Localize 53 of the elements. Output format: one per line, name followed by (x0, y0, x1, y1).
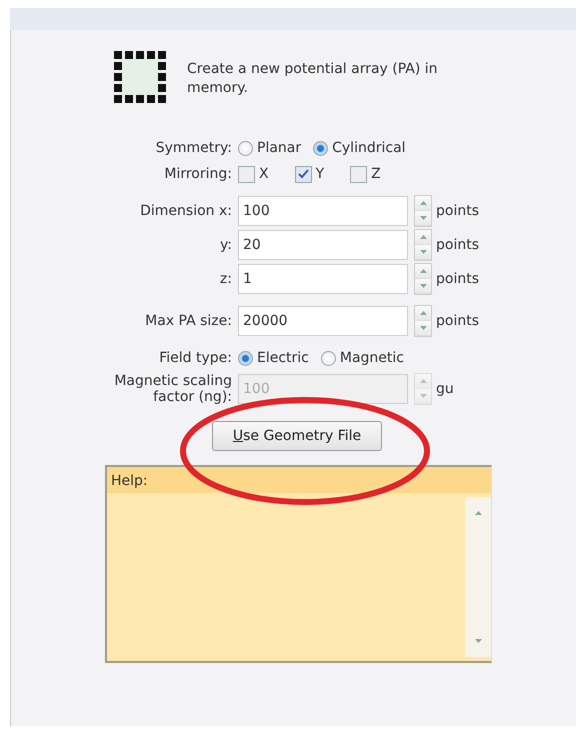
up-arrow-icon (420, 311, 426, 315)
checkbox[interactable] (294, 166, 312, 182)
checkbox-option[interactable]: X (238, 166, 269, 182)
checkbox-option[interactable]: Z (350, 166, 381, 182)
unit-label: points (436, 203, 479, 219)
radio-option[interactable]: Cylindrical (313, 140, 406, 156)
scroll-bar[interactable] (465, 497, 491, 657)
up-arrow-icon (420, 201, 426, 205)
up-arrow-icon (474, 511, 482, 515)
radio-option[interactable]: Magnetic (320, 350, 404, 366)
number-field[interactable]: 100 (238, 196, 408, 226)
field-label: y: (219, 237, 232, 253)
unit-label: points (436, 271, 479, 287)
unit-label: points (436, 237, 479, 253)
field-label: Symmetry: (154, 140, 232, 156)
up-arrow-icon (420, 379, 426, 383)
checkbox[interactable] (350, 166, 368, 182)
field-label: Field type: (158, 350, 232, 366)
down-arrow-icon (474, 639, 482, 643)
down-arrow-icon (420, 216, 426, 220)
down-arrow-icon (420, 326, 426, 330)
spinner[interactable] (414, 229, 432, 261)
radio-option[interactable]: Electric (238, 350, 309, 366)
up-arrow-icon (420, 235, 426, 239)
radio-button[interactable] (238, 140, 253, 156)
spinner[interactable] (414, 195, 432, 227)
checkbox[interactable] (238, 166, 255, 182)
checkbox-option[interactable]: Y (294, 166, 324, 182)
radio-button[interactable] (238, 350, 253, 366)
radio-button[interactable] (313, 140, 328, 156)
down-arrow-icon (420, 250, 426, 254)
unit-label: points (436, 313, 479, 329)
field-label: Dimension x: (139, 203, 232, 219)
field-label: Magnetic scaling factor (ng): (113, 373, 232, 405)
radio-option[interactable]: Planar (238, 140, 302, 156)
unit-label: gu (436, 381, 454, 397)
number-field[interactable]: 20000 (238, 306, 408, 336)
dotted-grid-icon (113, 50, 168, 105)
down-arrow-icon (420, 394, 426, 398)
spinner[interactable] (414, 305, 432, 337)
field-label: Max PA size: (144, 313, 232, 329)
number-field[interactable]: 20 (238, 230, 408, 260)
spinner[interactable] (414, 373, 432, 405)
field-label: z: (218, 271, 232, 287)
up-arrow-icon (420, 269, 426, 273)
help-title: Help: (107, 467, 491, 493)
use-geometry-file-button[interactable]: Use Geometry File (212, 421, 382, 451)
number-field[interactable]: 1 (238, 264, 408, 294)
spinner[interactable] (414, 263, 432, 295)
radio-button[interactable] (320, 350, 336, 366)
description-text: Create a new potential array (PA) in memory. (187, 60, 439, 98)
down-arrow-icon (420, 284, 426, 288)
field-label: Mirroring: (163, 166, 232, 182)
